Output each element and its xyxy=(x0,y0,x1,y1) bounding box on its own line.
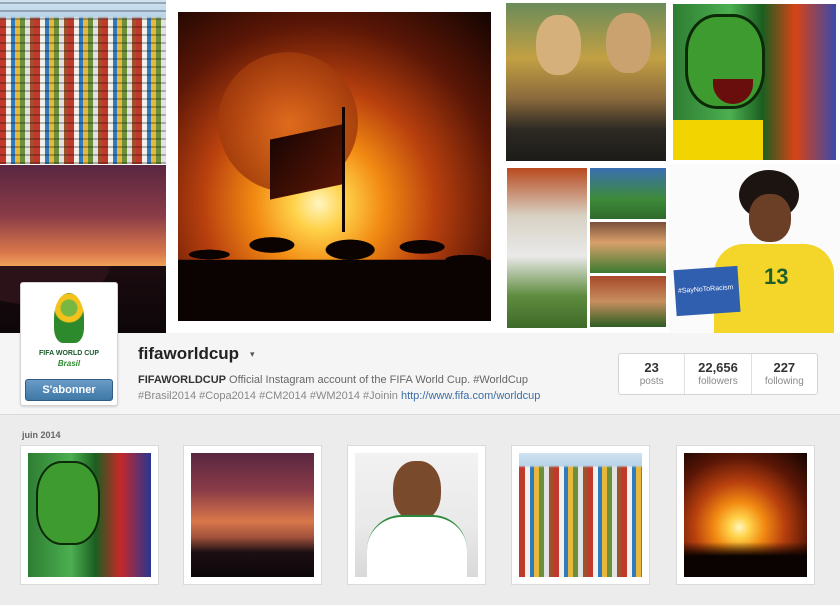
follow-button[interactable]: S'abonner xyxy=(25,379,113,401)
bio-name: FIFAWORLDCUP xyxy=(138,374,226,386)
bio-text: Official Instagram account of the FIFA W… xyxy=(226,374,529,386)
post-image-mascot xyxy=(28,453,151,577)
stat-posts-value: 23 xyxy=(644,360,659,375)
post-image-fans xyxy=(684,453,807,577)
chevron-down-icon[interactable]: ▾ xyxy=(250,349,255,360)
collage-indigenous-photos[interactable] xyxy=(503,164,669,333)
avatar-title: FIFA WORLD CUP xyxy=(38,350,99,357)
indigenous-small-photo-3 xyxy=(590,276,666,327)
bio-hashtags[interactable]: #Brasil2014 #Copa2014 #CM2014 #WM2014 #J… xyxy=(138,390,401,402)
post-thumbnail[interactable] xyxy=(347,445,486,585)
graffiti-face-right xyxy=(606,13,651,73)
mascot-background xyxy=(673,4,836,160)
bio-link[interactable]: http://www.fifa.com/worldcup xyxy=(401,390,540,402)
say-no-to-racism-sign: #SayNoToRacism xyxy=(673,265,741,317)
stat-posts[interactable]: 23 posts xyxy=(619,354,686,394)
mascot-shirt xyxy=(673,120,763,160)
avatar[interactable]: FIFA WORLD CUP Brasil xyxy=(27,289,111,373)
post-thumbnail[interactable] xyxy=(676,445,815,585)
crowd-silhouette xyxy=(178,226,491,321)
player-face xyxy=(749,194,791,242)
graffiti-background xyxy=(506,3,666,161)
stat-followers[interactable]: 22,656 followers xyxy=(685,354,752,394)
flag-pole xyxy=(342,107,345,232)
post-image-sunset xyxy=(191,453,314,577)
post-thumbnail[interactable] xyxy=(20,445,159,585)
collage-favela-photo[interactable] xyxy=(0,0,166,164)
stat-following[interactable]: 227 following xyxy=(752,354,817,394)
post-thumbnail[interactable] xyxy=(183,445,322,585)
post-image-favela xyxy=(519,453,642,577)
world-cup-trophy-icon xyxy=(54,293,84,343)
profile-stats: 23 posts 22,656 followers 227 following xyxy=(618,353,818,395)
indigenous-main-photo xyxy=(507,168,587,328)
collage-graffiti-faces-photo[interactable] xyxy=(503,0,669,164)
post-thumbnail[interactable] xyxy=(511,445,650,585)
avatar-subtitle: Brasil xyxy=(57,359,81,368)
player-number: 13 xyxy=(764,264,789,289)
profile-bio: FIFAWORLDCUP Official Instagram account … xyxy=(138,372,588,404)
stat-following-label: following xyxy=(764,376,804,387)
stat-followers-value: 22,656 xyxy=(698,360,738,375)
post-image-player xyxy=(355,453,478,577)
collage-player-photo[interactable]: 13 #SayNoToRacism xyxy=(669,164,840,333)
feed-month-label: juin 2014 xyxy=(22,430,61,440)
graffiti-face-left xyxy=(536,15,581,75)
collage-green-mascot-photo[interactable] xyxy=(669,0,840,164)
avatar-card: FIFA WORLD CUP Brasil S'abonner xyxy=(20,282,118,406)
header-collage: 13 #SayNoToRacism xyxy=(0,0,840,333)
stat-followers-label: followers xyxy=(698,376,738,387)
photo-grid xyxy=(20,445,820,585)
stat-posts-label: posts xyxy=(639,376,664,387)
indigenous-small-photo-2 xyxy=(590,222,666,273)
stat-following-value: 227 xyxy=(773,360,796,375)
profile-username[interactable]: fifaworldcup xyxy=(138,344,239,364)
indigenous-small-photo-1 xyxy=(590,168,666,219)
collage-fans-flag-photo[interactable] xyxy=(166,0,503,333)
